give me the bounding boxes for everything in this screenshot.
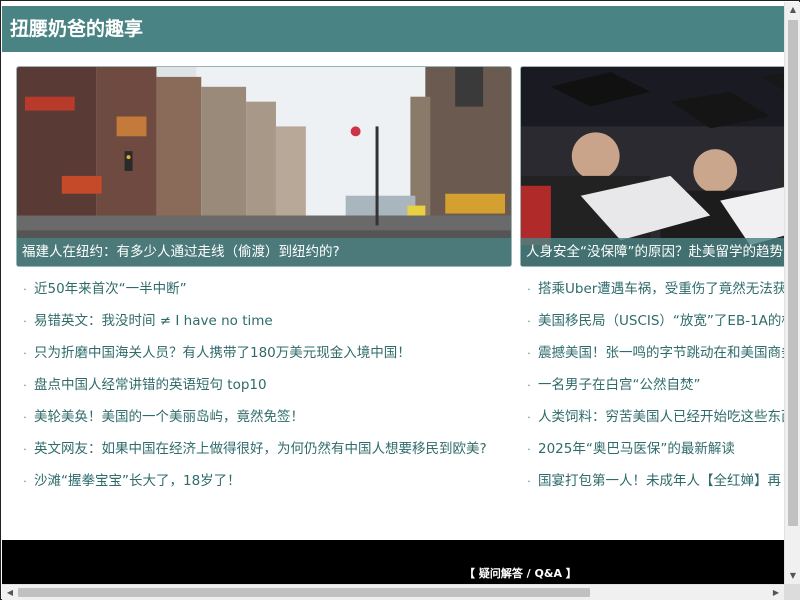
article-link[interactable]: 人类饲料：穷苦美国人已经开始吃这些东西了 <box>538 409 784 425</box>
bullet-icon: · <box>23 411 27 424</box>
hero-image-graduates <box>521 67 784 266</box>
scroll-up-icon[interactable]: ▲ <box>785 2 800 18</box>
article-list-left: · 近50年来首次“一半中断” · 易错英文：我没时间 ≠ I have no ti… <box>16 273 512 497</box>
article-link[interactable]: 美轮美奂！美国的一个美丽岛屿，竟然免签！ <box>34 409 304 425</box>
article-link[interactable]: 英文网友：如果中国在经济上做得很好，为何仍然有中国人想要移民到欧美? <box>34 441 487 457</box>
scrollbar-corner <box>784 584 800 600</box>
bullet-icon: · <box>527 283 531 296</box>
list-item: · 震撼美国！张一鸣的字节跳动在和美国商务部 <box>520 337 784 369</box>
article-link[interactable]: 沙滩“握拳宝宝”长大了，18岁了！ <box>34 473 241 489</box>
bullet-icon: · <box>527 347 531 360</box>
scroll-left-icon[interactable]: ◀ <box>2 585 18 600</box>
article-link[interactable]: 盘点中国人经常讲错的英语短句 top10 <box>34 377 267 393</box>
hero-card-right[interactable]: 人身安全“没保障”的原因？赴美留学的趋势 <box>520 66 784 267</box>
bullet-icon: · <box>23 347 27 360</box>
list-item: · 沙滩“握拳宝宝”长大了，18岁了！ <box>16 465 512 497</box>
bullet-icon: · <box>23 379 27 392</box>
horizontal-scrollbar[interactable]: ◀ ▶ <box>2 584 784 600</box>
list-item: · 易错英文：我没时间 ≠ I have no time <box>16 305 512 337</box>
list-item: · 一名男子在白宫“公然自焚” <box>520 369 784 401</box>
bullet-icon: · <box>527 411 531 424</box>
hero-card-left[interactable]: 福建人在纽约：有多少人通过走线（偷渡）到纽约的? <box>16 66 512 267</box>
site-footer: 【 疑问解答 / Q&A 】 <box>2 540 784 584</box>
list-item: · 英文网友：如果中国在经济上做得很好，为何仍然有中国人想要移民到欧美? <box>16 433 512 465</box>
bullet-icon: · <box>23 475 27 488</box>
qa-link[interactable]: 【 疑问解答 / Q&A 】 <box>464 565 577 581</box>
list-item: · 近50年来首次“一半中断” <box>16 273 512 305</box>
vertical-scrollbar[interactable]: ▲ ▼ <box>784 2 800 584</box>
list-item: · 盘点中国人经常讲错的英语短句 top10 <box>16 369 512 401</box>
article-link[interactable]: 只为折磨中国海关人员？有人携带了180万美元现金入境中国！ <box>34 345 411 361</box>
hero-caption-left: 福建人在纽约：有多少人通过走线（偷渡）到纽约的? <box>17 238 511 266</box>
article-column-right: 人身安全“没保障”的原因？赴美留学的趋势 · 搭乘Uber遭遇车祸，受重伤了竟然无… <box>520 66 784 497</box>
scroll-down-icon[interactable]: ▼ <box>785 568 800 584</box>
vertical-scroll-thumb[interactable] <box>788 20 798 526</box>
list-item: · 搭乘Uber遭遇车祸，受重伤了竟然无法获赔 <box>520 273 784 305</box>
list-item: · 2025年“奥巴马医保”的最新解读 <box>520 433 784 465</box>
horizontal-scroll-thumb[interactable] <box>18 588 590 597</box>
article-link[interactable]: 美国移民局（USCIS）“放宽”了EB-1A的标准 <box>538 313 784 329</box>
list-item: · 人类饲料：穷苦美国人已经开始吃这些东西了 <box>520 401 784 433</box>
site-header: 扭腰奶爸的趣享 <box>2 6 784 52</box>
bullet-icon: · <box>23 315 27 328</box>
list-item: · 国宴打包第一人！未成年人【全红婵】再 <box>520 465 784 497</box>
bullet-icon: · <box>23 283 27 296</box>
bullet-icon: · <box>527 475 531 488</box>
page-viewport: 扭腰奶爸的趣享 福建人在纽约：有多少人通过走线（偷渡）到纽约的? · 近50年来… <box>2 2 784 584</box>
list-item: · 美轮美奂！美国的一个美丽岛屿，竟然免签！ <box>16 401 512 433</box>
hero-image-street <box>17 67 511 266</box>
scroll-right-icon[interactable]: ▶ <box>768 585 784 600</box>
site-title[interactable]: 扭腰奶爸的趣享 <box>10 6 143 52</box>
article-link[interactable]: 搭乘Uber遭遇车祸，受重伤了竟然无法获赔 <box>538 281 784 297</box>
bullet-icon: · <box>527 443 531 456</box>
article-link[interactable]: 近50年来首次“一半中断” <box>34 281 187 297</box>
article-link[interactable]: 一名男子在白宫“公然自焚” <box>538 377 701 393</box>
article-column-left: 福建人在纽约：有多少人通过走线（偷渡）到纽约的? · 近50年来首次“一半中断” … <box>16 66 512 497</box>
article-list-right: · 搭乘Uber遭遇车祸，受重伤了竟然无法获赔 · 美国移民局（USCIS）“放宽”… <box>520 273 784 497</box>
article-link[interactable]: 2025年“奥巴马医保”的最新解读 <box>538 441 735 457</box>
browser-window: 扭腰奶爸的趣享 福建人在纽约：有多少人通过走线（偷渡）到纽约的? · 近50年来… <box>0 0 800 600</box>
article-link[interactable]: 震撼美国！张一鸣的字节跳动在和美国商务部 <box>538 345 784 361</box>
list-item: · 美国移民局（USCIS）“放宽”了EB-1A的标准 <box>520 305 784 337</box>
bullet-icon: · <box>527 315 531 328</box>
hero-caption-right: 人身安全“没保障”的原因？赴美留学的趋势 <box>521 238 784 266</box>
list-item: · 只为折磨中国海关人员？有人携带了180万美元现金入境中国！ <box>16 337 512 369</box>
article-link[interactable]: 易错英文：我没时间 ≠ I have no time <box>34 313 273 329</box>
article-link[interactable]: 国宴打包第一人！未成年人【全红婵】再 <box>538 473 781 489</box>
bullet-icon: · <box>527 379 531 392</box>
bullet-icon: · <box>23 443 27 456</box>
